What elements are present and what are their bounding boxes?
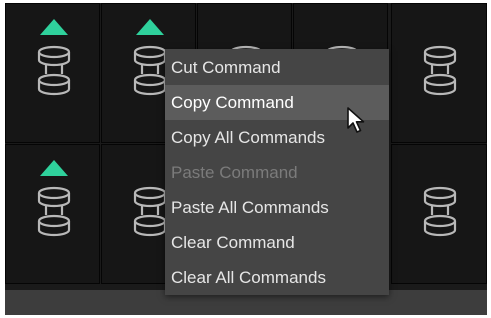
menu-item-clear-command[interactable]: Clear Command: [165, 225, 389, 260]
triangle-up-icon: [136, 19, 164, 35]
stack-slot-icon: [37, 186, 71, 237]
menu-item-cut-command[interactable]: Cut Command: [165, 50, 389, 85]
stack-slot-icon: [423, 45, 457, 96]
triangle-up-icon: [40, 19, 68, 35]
command-slot[interactable]: [5, 144, 100, 284]
command-slot[interactable]: [5, 3, 100, 143]
stack-slot-icon: [133, 186, 167, 237]
stack-slot-icon: [133, 45, 167, 96]
menu-item-clear-all-commands[interactable]: Clear All Commands: [165, 260, 389, 295]
stack-slot-icon: [423, 186, 457, 237]
stack-slot-icon: [37, 45, 71, 96]
menu-item-paste-all-commands[interactable]: Paste All Commands: [165, 190, 389, 225]
context-menu: Cut Command Copy Command Copy All Comman…: [165, 49, 389, 295]
arrow-cursor-icon: [347, 107, 365, 133]
command-slot[interactable]: [391, 144, 487, 284]
command-slot[interactable]: [391, 3, 487, 143]
triangle-up-icon: [40, 160, 68, 176]
menu-item-paste-command: Paste Command: [171, 163, 298, 182]
